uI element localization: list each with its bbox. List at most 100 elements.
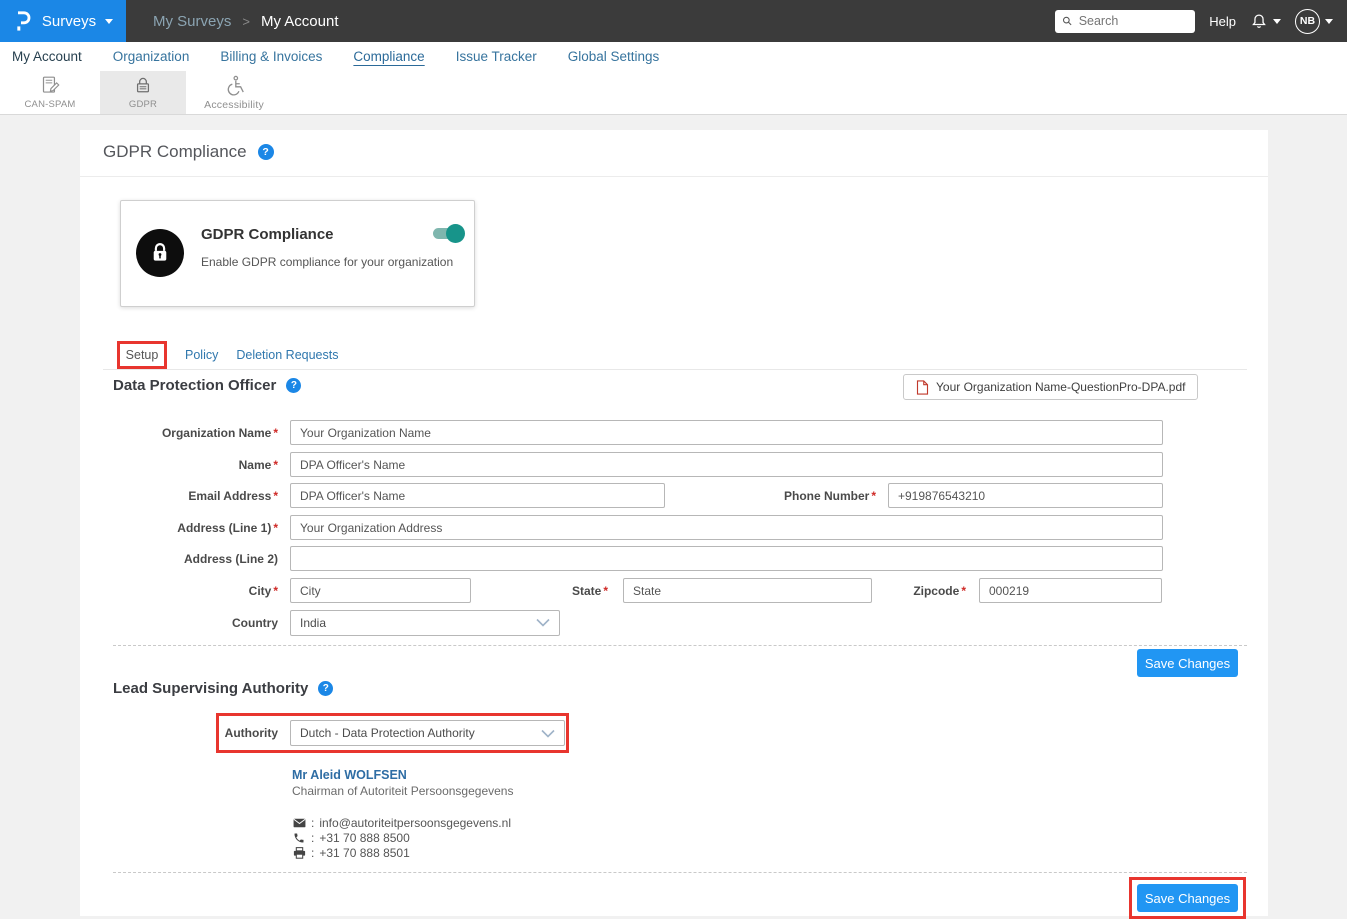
required-asterisk: * xyxy=(273,489,278,503)
city-input[interactable] xyxy=(290,578,471,603)
gdpr-enable-toggle[interactable] xyxy=(433,228,463,239)
breadcrumb-my-account: My Account xyxy=(261,13,339,30)
country-label: Country xyxy=(113,616,278,630)
phone-number-input[interactable] xyxy=(888,483,1163,508)
breadcrumb-my-surveys[interactable]: My Surveys xyxy=(153,13,231,30)
top-bar: Surveys My Surveys > My Account Help NB xyxy=(0,0,1347,42)
authority-contact-email: : info@autoriteitpersoonsgegevens.nl xyxy=(292,816,511,830)
dpo-heading: Data Protection Officer xyxy=(113,377,276,394)
required-asterisk: * xyxy=(273,584,278,598)
chevron-down-icon xyxy=(1273,19,1281,24)
zipcode-label: Zipcode* xyxy=(872,584,966,598)
tab-policy[interactable]: Policy xyxy=(185,348,218,362)
tab-deletion-requests[interactable]: Deletion Requests xyxy=(236,348,338,362)
phone-icon xyxy=(292,832,306,844)
page-title: GDPR Compliance xyxy=(103,142,247,162)
gdpr-compliance-panel: GDPR Compliance ? GDPR Compliance Enable… xyxy=(80,130,1268,916)
subtab-label: CAN-SPAM xyxy=(24,99,75,110)
chevron-down-icon xyxy=(105,19,113,24)
authority-contact-fax: : +31 70 888 8501 xyxy=(292,846,410,860)
search-box[interactable] xyxy=(1055,10,1195,33)
nav-my-account[interactable]: My Account xyxy=(12,49,82,64)
organization-name-label: Organization Name* xyxy=(113,426,278,440)
product-menu-surveys[interactable]: Surveys xyxy=(0,0,126,42)
state-label: State* xyxy=(471,584,608,598)
nav-global-settings[interactable]: Global Settings xyxy=(568,49,660,64)
authority-label: Authority xyxy=(113,726,278,740)
dpo-save-changes-button[interactable]: Save Changes xyxy=(1137,649,1238,677)
divider-dashed xyxy=(113,645,1247,646)
envelope-icon xyxy=(292,818,306,828)
subtab-label: GDPR xyxy=(129,99,157,110)
chevron-down-icon xyxy=(536,618,550,627)
compliance-subtabs: CAN-SPAM GDPR Accessibility xyxy=(0,71,1347,115)
gdpr-toggle-card: GDPR Compliance Enable GDPR compliance f… xyxy=(120,200,475,307)
required-asterisk: * xyxy=(273,458,278,472)
account-menu[interactable]: NB xyxy=(1295,9,1333,34)
country-selected-value: India xyxy=(300,616,326,630)
gdpr-card-title: GDPR Compliance xyxy=(201,226,334,243)
email-address-input[interactable] xyxy=(290,483,665,508)
name-label: Name* xyxy=(113,458,278,472)
country-select[interactable]: India xyxy=(290,610,560,636)
document-pencil-icon xyxy=(40,75,61,96)
city-label: City* xyxy=(113,584,278,598)
tab-setup[interactable]: Setup xyxy=(117,341,167,369)
separator: : xyxy=(311,846,314,860)
accessibility-wheelchair-icon xyxy=(224,75,245,96)
name-input[interactable] xyxy=(290,452,1163,477)
page-help-icon[interactable]: ? xyxy=(258,144,274,160)
chevron-down-icon xyxy=(541,729,555,738)
phone-number-label: Phone Number* xyxy=(665,489,876,503)
required-asterisk: * xyxy=(273,426,278,440)
subtab-accessibility[interactable]: Accessibility xyxy=(186,71,282,114)
authority-select[interactable]: Dutch - Data Protection Authority xyxy=(290,720,565,746)
questionpro-logo-icon xyxy=(13,10,33,32)
required-asterisk: * xyxy=(871,489,876,503)
search-input[interactable] xyxy=(1079,14,1189,28)
search-icon xyxy=(1062,15,1072,27)
subtab-gdpr[interactable]: GDPR xyxy=(100,71,186,114)
authority-contact-role: Chairman of Autoriteit Persoonsgegevens xyxy=(292,784,513,798)
nav-issue-tracker[interactable]: Issue Tracker xyxy=(456,49,537,64)
email-address-label: Email Address* xyxy=(113,489,278,503)
pdf-link-label: Your Organization Name-QuestionPro-DPA.p… xyxy=(936,380,1185,394)
lsa-help-icon[interactable]: ? xyxy=(318,681,333,696)
address-line2-label: Address (Line 2) xyxy=(113,552,278,566)
required-asterisk: * xyxy=(961,584,966,598)
required-asterisk: * xyxy=(603,584,608,598)
separator: : xyxy=(311,816,314,830)
notifications-menu[interactable] xyxy=(1250,12,1281,31)
lock-icon xyxy=(133,75,153,96)
required-asterisk: * xyxy=(273,521,278,535)
gdpr-card-description: Enable GDPR compliance for your organiza… xyxy=(201,255,453,269)
authority-contact-name: Mr Aleid WOLFSEN xyxy=(292,768,407,782)
subtab-can-spam[interactable]: CAN-SPAM xyxy=(0,71,100,114)
nav-organization[interactable]: Organization xyxy=(113,49,190,64)
address-line1-label: Address (Line 1)* xyxy=(113,521,278,535)
nav-billing-invoices[interactable]: Billing & Invoices xyxy=(220,49,322,64)
divider-dashed xyxy=(113,872,1247,873)
subtab-label: Accessibility xyxy=(204,99,264,111)
toggle-knob xyxy=(446,224,465,243)
lock-badge-icon xyxy=(136,229,184,277)
nav-compliance[interactable]: Compliance xyxy=(353,49,424,64)
zipcode-input[interactable] xyxy=(979,578,1162,603)
address-line2-input[interactable] xyxy=(290,546,1163,571)
breadcrumb-separator: > xyxy=(242,14,250,29)
fax-icon xyxy=(292,847,306,859)
dpo-help-icon[interactable]: ? xyxy=(286,378,301,393)
help-link[interactable]: Help xyxy=(1209,14,1236,29)
divider xyxy=(103,369,1247,370)
dpa-pdf-link[interactable]: Your Organization Name-QuestionPro-DPA.p… xyxy=(903,374,1198,400)
state-input[interactable] xyxy=(623,578,872,603)
organization-name-input[interactable] xyxy=(290,420,1163,445)
divider xyxy=(80,176,1268,177)
authority-selected-value: Dutch - Data Protection Authority xyxy=(300,726,475,740)
bell-icon xyxy=(1250,12,1268,31)
address-line1-input[interactable] xyxy=(290,515,1163,540)
separator: : xyxy=(311,831,314,845)
product-menu-label: Surveys xyxy=(42,13,96,30)
setup-tabs: Setup Policy Deletion Requests xyxy=(117,341,339,369)
lsa-save-changes-button[interactable]: Save Changes xyxy=(1137,884,1238,912)
